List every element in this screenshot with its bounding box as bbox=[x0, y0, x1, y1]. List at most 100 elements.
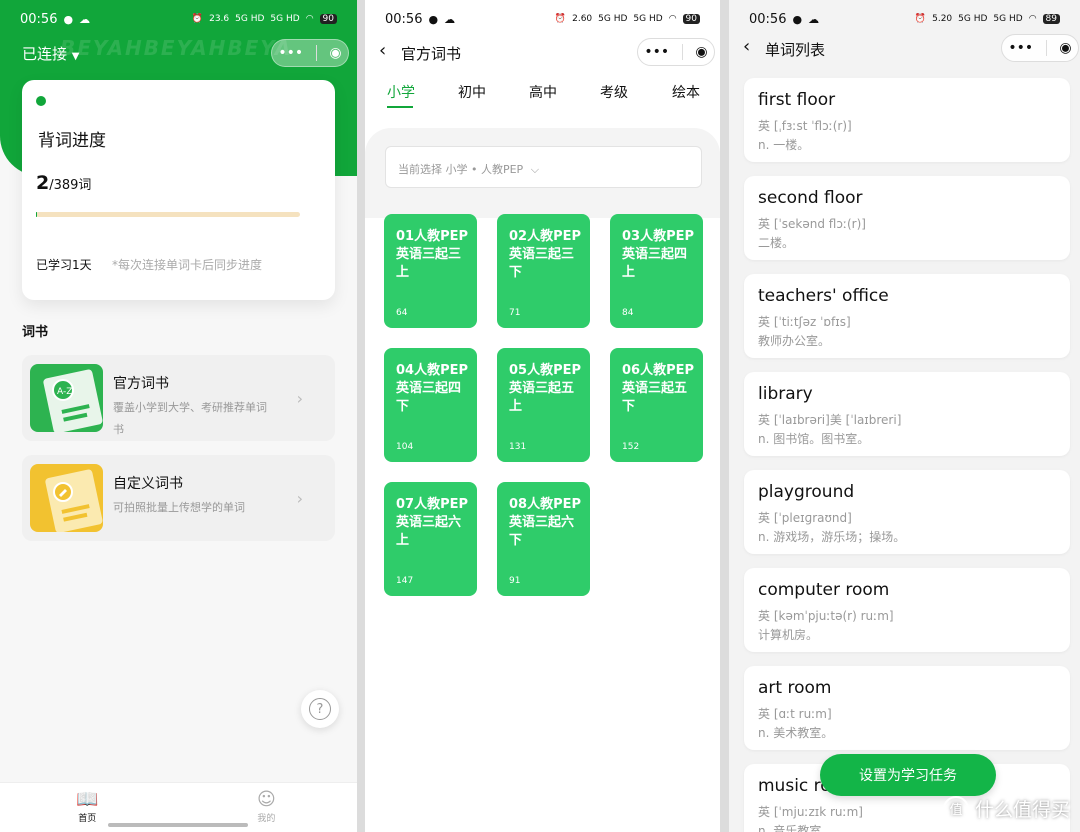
chat-icon: ● bbox=[428, 12, 439, 26]
word-text: first floor bbox=[758, 90, 836, 110]
page-title: 单词列表 bbox=[765, 41, 826, 59]
back-icon[interactable]: ‹ bbox=[743, 36, 750, 57]
word-card[interactable]: second floor 英 [ˈsekənd flɔː(r)] 二楼。 bbox=[744, 176, 1070, 260]
word-card[interactable]: art room 英 [ɑːt ruːm] n. 美术教室。 bbox=[744, 666, 1070, 750]
book-tile-count: 64 bbox=[396, 308, 408, 318]
tab-junior[interactable]: 初中 bbox=[458, 82, 486, 102]
mini-program-capsule: ••• ◉ bbox=[1001, 34, 1079, 62]
book-tile[interactable]: 07人教PEP 英语三起六上 147 bbox=[384, 482, 477, 596]
chevron-down-icon: ⌵ bbox=[530, 163, 540, 176]
book-tile[interactable]: 05人教PEP 英语三起五上 131 bbox=[497, 348, 590, 462]
signal-text: 5G HD bbox=[598, 14, 628, 24]
word-card[interactable]: playground 英 [ˈpleɪɡraʊnd] n. 游戏场，游乐场；操场。 bbox=[744, 470, 1070, 554]
days-learned: 已学习1天 bbox=[36, 258, 92, 272]
book-desc: 可拍照批量上传想学的单词 bbox=[113, 501, 245, 514]
word-phonetic: 英 [ˈtiːtʃəz ˈɒfɪs] bbox=[758, 315, 851, 329]
word-phonetic: 英 [ˈsekənd flɔː(r)] bbox=[758, 217, 866, 231]
connection-status[interactable]: 已连接 ▼ bbox=[22, 43, 80, 64]
word-list-screen: 00:56 ● ☁ ⏰ 5.20 5G HD 5G HD ◠ 89 ‹ 单词列表… bbox=[729, 0, 1080, 832]
more-icon[interactable]: ••• bbox=[644, 44, 669, 60]
battery-icon: 90 bbox=[682, 14, 700, 24]
word-phonetic: 英 [ˈmjuːzɪk ruːm] bbox=[758, 805, 863, 819]
book-tile-name: 03人教PEP 英语三起四上 bbox=[622, 229, 695, 280]
battery-icon: 89 bbox=[1042, 14, 1060, 24]
progress-card[interactable]: 背词进度 2/389词 已学习1天 *每次连接单词卡后同步进度 bbox=[22, 80, 335, 300]
book-tile[interactable]: 06人教PEP 英语三起五下 152 bbox=[610, 348, 703, 462]
word-card[interactable]: first floor 英 [ˌfɜːst ˈflɔː(r)] n. 一楼。 bbox=[744, 78, 1070, 162]
word-text: teachers' office bbox=[758, 286, 889, 306]
book-tile[interactable]: 01人教PEP 英语三起三上 64 bbox=[384, 214, 477, 328]
word-text: computer room bbox=[758, 580, 890, 600]
alarm-icon: ⏰ bbox=[554, 14, 567, 24]
book-tile-count: 104 bbox=[396, 442, 414, 452]
chevron-right-icon: › bbox=[296, 489, 303, 508]
back-icon[interactable]: ‹ bbox=[379, 40, 386, 61]
tab-primary[interactable]: 小学 bbox=[387, 82, 415, 102]
close-target-icon[interactable]: ◉ bbox=[1059, 40, 1071, 56]
book-name: 自定义词书 bbox=[113, 476, 183, 492]
word-card[interactable]: computer room 英 [kəmˈpjuːtə(r) ruːm] 计算机房。 bbox=[744, 568, 1070, 652]
tab-home[interactable]: 📖 首页 bbox=[76, 789, 98, 824]
close-target-icon[interactable]: ◉ bbox=[695, 44, 707, 60]
bottom-tab-bar: 📖 首页 ☺ 我的 bbox=[0, 782, 357, 832]
tab-exam[interactable]: 考级 bbox=[600, 82, 628, 102]
word-meaning: n. 一楼。 bbox=[758, 138, 810, 152]
more-icon[interactable]: ••• bbox=[278, 45, 303, 61]
book-tile-count: 147 bbox=[396, 576, 414, 586]
word-meaning: n. 音乐教室。 bbox=[758, 824, 834, 832]
book-tile[interactable]: 03人教PEP 英语三起四上 84 bbox=[610, 214, 703, 328]
chat-icon: ● bbox=[63, 12, 74, 26]
word-phonetic: 英 [ɑːt ruːm] bbox=[758, 707, 832, 721]
sync-hint: *每次连接单词卡后同步进度 bbox=[112, 258, 263, 272]
book-selector[interactable]: 当前选择 小学 • 人教PEP ⌵ bbox=[385, 146, 702, 188]
set-study-task-button[interactable]: 设置为学习任务 bbox=[820, 754, 996, 796]
watermark-text: BEYAHBEYAHBEYA bbox=[60, 36, 293, 60]
signal-text: 5G HD bbox=[270, 14, 300, 24]
signal-text: 5G HD bbox=[958, 14, 988, 24]
net-speed: 23.6 bbox=[209, 14, 230, 24]
book-tile[interactable]: 08人教PEP 英语三起六下 91 bbox=[497, 482, 590, 596]
word-meaning: n. 美术教室。 bbox=[758, 726, 834, 740]
svg-text:A-Z: A-Z bbox=[57, 387, 72, 397]
nav-bar: ‹ 单词列表 ••• ◉ bbox=[729, 34, 1080, 64]
tab-picture-book[interactable]: 绘本 bbox=[672, 82, 700, 102]
word-text: second floor bbox=[758, 188, 863, 208]
book-tile[interactable]: 04人教PEP 英语三起四下 104 bbox=[384, 348, 477, 462]
status-dot bbox=[36, 96, 46, 106]
word-card[interactable]: teachers' office 英 [ˈtiːtʃəz ˈɒfɪs] 教师办公室。 bbox=[744, 274, 1070, 358]
level-tabs: 小学 初中 高中 考级 绘本 bbox=[365, 80, 720, 110]
tab-label: 首页 bbox=[78, 814, 97, 824]
tab-mine[interactable]: ☺ 我的 bbox=[257, 789, 276, 824]
word-text: library bbox=[758, 384, 813, 404]
selection-label: 当前选择 小学 • 人教PEP bbox=[398, 163, 524, 176]
help-button[interactable]: ? bbox=[301, 690, 339, 728]
book-tile-count: 91 bbox=[509, 576, 521, 586]
active-tab-indicator bbox=[387, 106, 413, 108]
page-title: 官方词书 bbox=[401, 45, 462, 63]
status-time: 00:56 bbox=[20, 11, 58, 27]
signal-text: 5G HD bbox=[993, 14, 1023, 24]
net-speed: 2.60 bbox=[572, 14, 593, 24]
watermark-logo-text: 什么值得买 bbox=[974, 799, 1070, 821]
word-card[interactable]: library 英 [ˈlaɪbrəri]美 [ˈlaɪbreri] n. 图书馆。… bbox=[744, 372, 1070, 456]
connection-label: 已连接 bbox=[22, 45, 68, 63]
book-tile-name: 08人教PEP 英语三起六下 bbox=[509, 497, 582, 548]
status-bar: 00:56 ● ☁ ⏰ 2.60 5G HD 5G HD ◠ 90 bbox=[365, 0, 720, 38]
close-target-icon[interactable]: ◉ bbox=[329, 45, 341, 61]
book-tile[interactable]: 02人教PEP 英语三起三下 71 bbox=[497, 214, 590, 328]
section-title: 词书 bbox=[22, 325, 49, 340]
tab-senior[interactable]: 高中 bbox=[529, 82, 557, 102]
official-books-card[interactable]: A-Z 官方词书 覆盖小学到大学、考研推荐单词书 › bbox=[22, 355, 335, 441]
wifi-icon: ◠ bbox=[305, 14, 314, 24]
wifi-icon: ◠ bbox=[668, 14, 677, 24]
custom-books-card[interactable]: 自定义词书 可拍照批量上传想学的单词 › bbox=[22, 455, 335, 541]
book-tile-name: 02人教PEP 英语三起三下 bbox=[509, 229, 582, 280]
book-tile-count: 152 bbox=[622, 442, 640, 452]
help-icon: ? bbox=[309, 698, 331, 720]
more-icon[interactable]: ••• bbox=[1008, 40, 1033, 56]
cloud-icon: ☁ bbox=[808, 12, 820, 26]
signal-text: 5G HD bbox=[235, 14, 265, 24]
book-tile-name: 05人教PEP 英语三起五上 bbox=[509, 363, 582, 414]
word-text: art room bbox=[758, 678, 832, 698]
chevron-right-icon: › bbox=[296, 389, 303, 408]
